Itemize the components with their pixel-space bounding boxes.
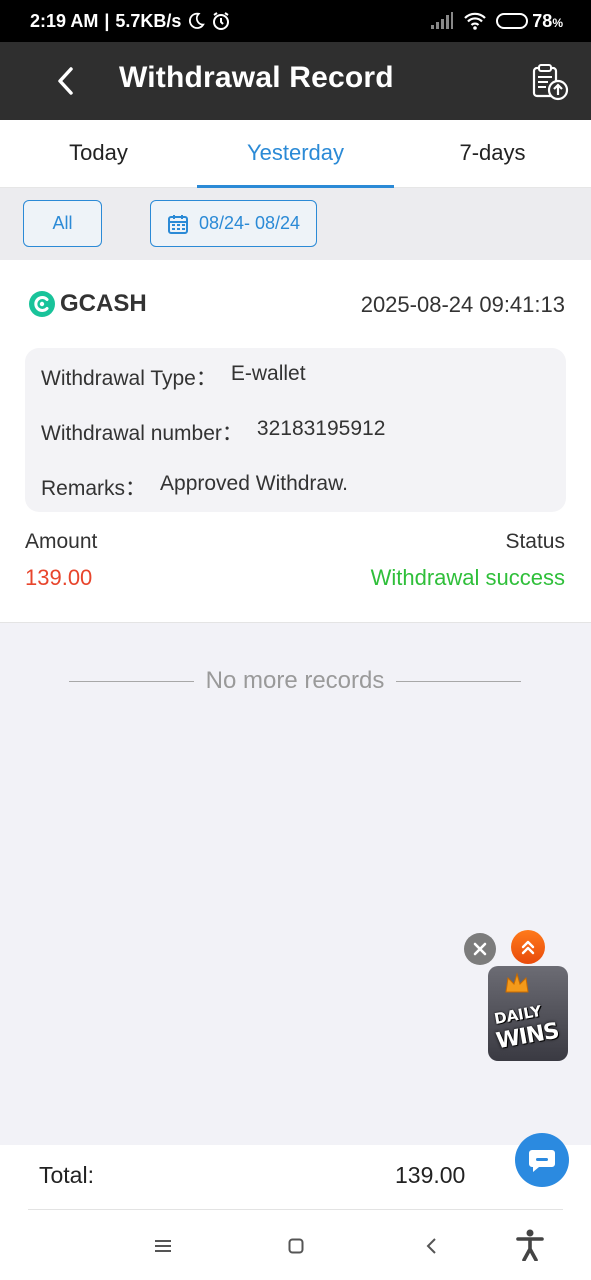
remarks-row: Remarks： Approved Withdraw.	[41, 472, 348, 502]
record-timestamp: 2025-08-24 09:41:13	[360, 292, 565, 317]
app-header: Withdrawal Record	[0, 42, 591, 120]
status-label: Status	[505, 530, 565, 553]
battery-unit: %	[552, 15, 563, 30]
tab-today[interactable]: Today	[0, 120, 197, 187]
moon-icon	[189, 12, 206, 29]
amount-label: Amount	[25, 530, 98, 553]
chevron-left-icon	[426, 1238, 436, 1254]
accessibility-icon	[516, 1229, 544, 1261]
status-value: Withdrawal success	[370, 565, 565, 590]
crown-icon	[505, 972, 529, 993]
alarm-icon	[213, 12, 230, 30]
back-button[interactable]	[50, 63, 80, 99]
home-nav-button[interactable]	[281, 1232, 311, 1260]
gcash-logo-icon	[29, 291, 55, 317]
double-chevron-up-icon	[521, 940, 535, 955]
page-title: Withdrawal Record	[119, 61, 394, 94]
divider-right	[396, 680, 522, 682]
filter-row: All 08/24- 08/24	[0, 188, 591, 260]
remarks-value: Approved Withdraw.	[160, 472, 348, 495]
close-promo-button[interactable]	[464, 933, 496, 965]
battery-value: 78	[532, 10, 553, 31]
scroll-top-button[interactable]	[511, 930, 545, 964]
menu-nav-button[interactable]	[148, 1232, 178, 1260]
remarks-label: Remarks：	[41, 477, 147, 500]
signal-icon	[431, 12, 454, 29]
back-nav-button[interactable]	[416, 1232, 446, 1260]
accessibility-button[interactable]	[514, 1229, 546, 1261]
battery-indicator: 78%	[496, 11, 563, 32]
clipboard-upload-icon[interactable]	[528, 62, 570, 102]
chat-support-button[interactable]	[515, 1133, 569, 1187]
close-icon	[473, 942, 487, 956]
divider-left	[69, 680, 194, 682]
withdrawal-number-label: Withdrawal number：	[41, 422, 243, 445]
tab-7-days[interactable]: 7-days	[394, 120, 591, 187]
withdrawal-type-label: Withdrawal Type：	[41, 367, 217, 390]
daily-wins-promo[interactable]: DAILY WINS	[488, 966, 568, 1061]
battery-icon	[496, 13, 529, 29]
status-bar: 2:19 AM | 5.7KB/s 78%	[0, 0, 591, 42]
withdrawal-type-value: E-wallet	[230, 362, 306, 385]
date-range-label: 08/24- 08/24	[198, 213, 301, 233]
withdrawal-record-card[interactable]: GCASH 2025-08-24 09:41:13 Withdrawal Typ…	[0, 260, 591, 623]
calendar-icon	[167, 214, 188, 234]
total-value: 139.00	[395, 1162, 466, 1188]
list-end-indicator: No more records	[69, 667, 522, 695]
amount-value: 139.00	[25, 565, 93, 590]
provider-name: GCASH	[60, 290, 147, 317]
tab-yesterday[interactable]: Yesterday	[197, 120, 394, 188]
system-nav-bar	[0, 1210, 591, 1280]
square-icon	[288, 1238, 304, 1254]
total-bar: Total: 139.00	[0, 1145, 591, 1210]
withdrawal-number-row: Withdrawal number： 32183195912	[41, 417, 385, 447]
menu-icon	[155, 1240, 171, 1252]
battery-percent: 78%	[532, 11, 563, 32]
date-range-button[interactable]: 08/24- 08/24	[150, 200, 317, 247]
status-right: 78%	[430, 11, 563, 32]
clock: 2:19 AM	[30, 10, 99, 31]
withdrawal-number-value: 32183195912	[256, 417, 386, 440]
total-label: Total:	[39, 1162, 94, 1188]
status-separator: |	[104, 10, 110, 31]
chevron-left-icon	[58, 67, 73, 95]
all-filter-button[interactable]: All	[23, 200, 102, 247]
provider: GCASH	[28, 290, 147, 318]
wifi-icon	[464, 12, 487, 30]
withdrawal-type-row: Withdrawal Type： E-wallet	[41, 362, 306, 392]
net-speed: 5.7KB/s	[115, 10, 182, 31]
record-details: Withdrawal Type： E-wallet Withdrawal num…	[25, 348, 566, 512]
chat-icon	[529, 1150, 555, 1172]
date-tabs: Today Yesterday 7-days	[0, 120, 591, 188]
no-more-records-text: No more records	[205, 667, 385, 694]
status-left: 2:19 AM | 5.7KB/s	[30, 11, 231, 32]
